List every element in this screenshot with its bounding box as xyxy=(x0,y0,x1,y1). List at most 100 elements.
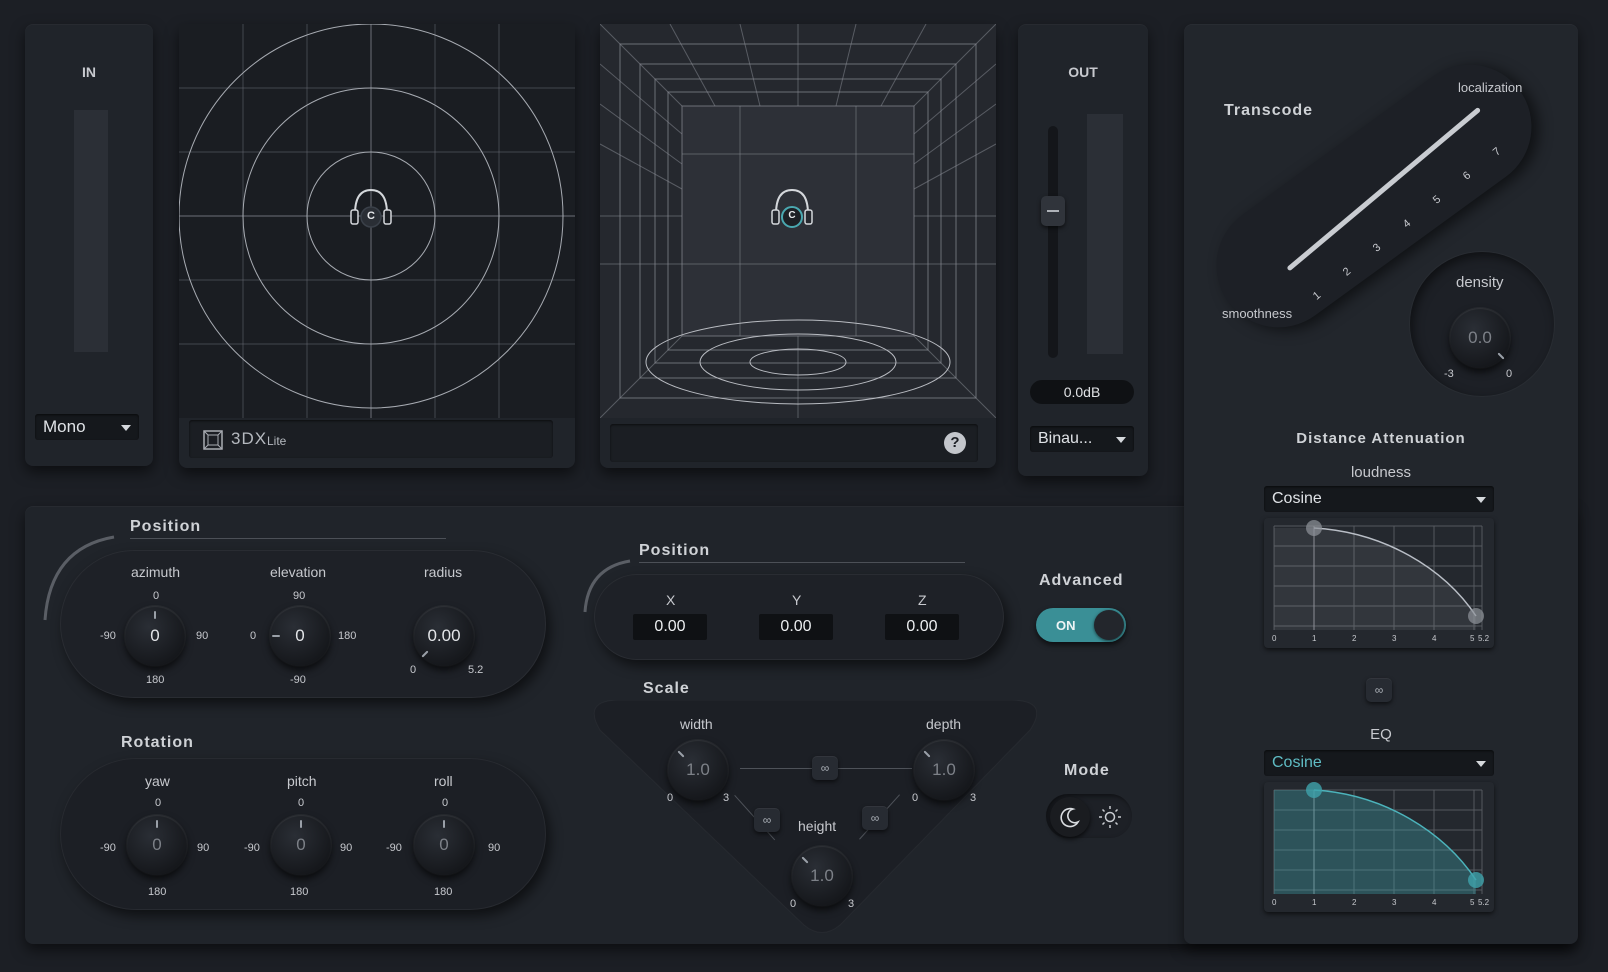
yaw-value: 0 xyxy=(152,835,162,854)
room-source-marker[interactable]: C xyxy=(768,184,816,232)
dark-mode-button[interactable] xyxy=(1050,797,1090,837)
source-marker[interactable]: C xyxy=(347,184,395,232)
transcode-title: Transcode xyxy=(1224,102,1314,119)
yaw-knob[interactable]: 0 xyxy=(127,815,187,875)
pitch-knob[interactable]: 0 xyxy=(271,815,331,875)
depth-max: 3 xyxy=(970,792,977,804)
depth-knob[interactable]: 1.0 xyxy=(914,740,974,800)
width-height-link-button[interactable]: ∞ xyxy=(754,808,780,832)
help-icon[interactable]: ? xyxy=(944,432,966,454)
azimuth-left: -90 xyxy=(100,630,116,642)
height-label: height xyxy=(798,818,837,834)
radius-label: radius xyxy=(424,564,463,580)
output-mode-dropdown[interactable]: Binau... xyxy=(1030,426,1134,452)
y-input[interactable]: 0.00 xyxy=(759,614,833,640)
width-knob[interactable]: 1.0 xyxy=(668,740,728,800)
roll-right: 90 xyxy=(488,842,501,854)
brand-name: 3DX xyxy=(231,429,268,448)
elevation-knob[interactable]: 0 xyxy=(270,606,330,666)
loudness-axis-2: 2 xyxy=(1352,634,1357,643)
room-source-marker-label: C xyxy=(788,210,796,221)
z-input[interactable]: 0.00 xyxy=(885,614,959,640)
yaw-left: -90 xyxy=(100,842,116,854)
roll-left: -90 xyxy=(386,842,402,854)
loudness-curve-dropdown[interactable]: Cosine xyxy=(1264,486,1494,512)
yaw-top: 0 xyxy=(155,797,162,809)
eq-axis-0: 0 xyxy=(1272,898,1277,907)
input-title: IN xyxy=(82,64,96,80)
distance-title: Distance Attenuation xyxy=(1296,430,1466,447)
loudness-axis-0: 0 xyxy=(1272,634,1277,643)
position-arc-decoration xyxy=(43,535,115,621)
3dx-logo-icon xyxy=(203,430,223,450)
loudness-axis-3: 3 xyxy=(1392,634,1397,643)
position-title-line xyxy=(130,538,446,539)
room-toolbar: ? xyxy=(610,424,978,462)
y-label: Y xyxy=(792,592,802,608)
height-max: 3 xyxy=(848,898,855,910)
height-min: 0 xyxy=(790,898,797,910)
azimuth-knob[interactable]: 0 xyxy=(125,606,185,666)
link-icon: ∞ xyxy=(870,811,880,825)
width-value: 1.0 xyxy=(686,760,710,779)
pitch-bottom: 180 xyxy=(290,886,309,898)
depth-height-link-button[interactable]: ∞ xyxy=(862,806,888,830)
light-mode-button[interactable] xyxy=(1090,797,1130,837)
brand-bar: 3DX Lite xyxy=(189,420,553,458)
loudness-graph[interactable]: 0 1 2 3 4 5 5.2 xyxy=(1264,518,1494,648)
radius-knob[interactable]: 0.00 xyxy=(414,606,474,666)
x-label: X xyxy=(666,592,676,608)
x-input[interactable]: 0.00 xyxy=(633,614,707,640)
source-marker-label: C xyxy=(367,210,375,222)
azimuth-bottom: 180 xyxy=(146,674,165,686)
advanced-toggle-state: ON xyxy=(1056,618,1076,633)
input-mode-value: Mono xyxy=(43,417,86,436)
chevron-down-icon xyxy=(1116,437,1126,443)
eq-curve-value: Cosine xyxy=(1272,754,1322,771)
output-panel: OUT 0.0dB Binau... xyxy=(1018,24,1148,476)
top-view-panel: C 3DX Lite xyxy=(179,24,575,468)
pitch-right: 90 xyxy=(340,842,353,854)
advanced-toggle[interactable]: ON xyxy=(1036,608,1126,642)
density-max: 0 xyxy=(1506,368,1513,380)
radius-max: 5.2 xyxy=(468,664,484,676)
pitch-top: 0 xyxy=(298,797,305,809)
width-label: width xyxy=(680,716,713,732)
link-icon: ∞ xyxy=(762,813,772,827)
width-depth-link-button[interactable]: ∞ xyxy=(812,756,838,780)
input-level-meter xyxy=(74,110,108,352)
advanced-title: Advanced xyxy=(1039,572,1124,589)
height-knob[interactable]: 1.0 xyxy=(792,846,852,906)
position-title: Position xyxy=(130,518,202,535)
eq-axis-5: 5 xyxy=(1470,898,1475,907)
mode-title: Mode xyxy=(1064,762,1110,779)
yaw-right: 90 xyxy=(197,842,210,854)
elevation-right: 180 xyxy=(338,630,357,642)
elevation-label: elevation xyxy=(270,564,327,580)
azimuth-top: 0 xyxy=(153,590,160,602)
eq-axis-1: 1 xyxy=(1312,898,1317,907)
input-panel: IN Mono xyxy=(25,24,153,466)
moon-icon xyxy=(1060,807,1081,828)
output-gain-slider-handle[interactable] xyxy=(1041,196,1065,226)
output-gain-track[interactable] xyxy=(1048,126,1058,358)
yaw-bottom: 180 xyxy=(148,886,167,898)
loudness-label: loudness xyxy=(1350,464,1412,481)
headphones-icon xyxy=(350,188,392,228)
chevron-down-icon xyxy=(121,425,131,431)
pitch-value: 0 xyxy=(296,835,306,854)
density-knob[interactable]: 0.0 xyxy=(1450,308,1510,368)
azimuth-right: 90 xyxy=(196,630,209,642)
output-title: OUT xyxy=(1068,64,1098,80)
density-label: density xyxy=(1456,274,1504,291)
advanced-toggle-thumb xyxy=(1094,610,1124,640)
output-level-meter xyxy=(1087,114,1123,354)
width-min: 0 xyxy=(667,792,674,804)
input-mode-dropdown[interactable]: Mono xyxy=(35,414,139,440)
eq-axis-2: 2 xyxy=(1352,898,1357,907)
eq-graph[interactable]: 0 1 2 3 4 5 5.2 xyxy=(1264,782,1494,912)
loudness-axis-4: 4 xyxy=(1432,634,1437,643)
eq-curve-dropdown[interactable]: Cosine xyxy=(1264,750,1494,776)
roll-knob[interactable]: 0 xyxy=(414,815,474,875)
distance-link-button[interactable]: ∞ xyxy=(1366,678,1392,702)
